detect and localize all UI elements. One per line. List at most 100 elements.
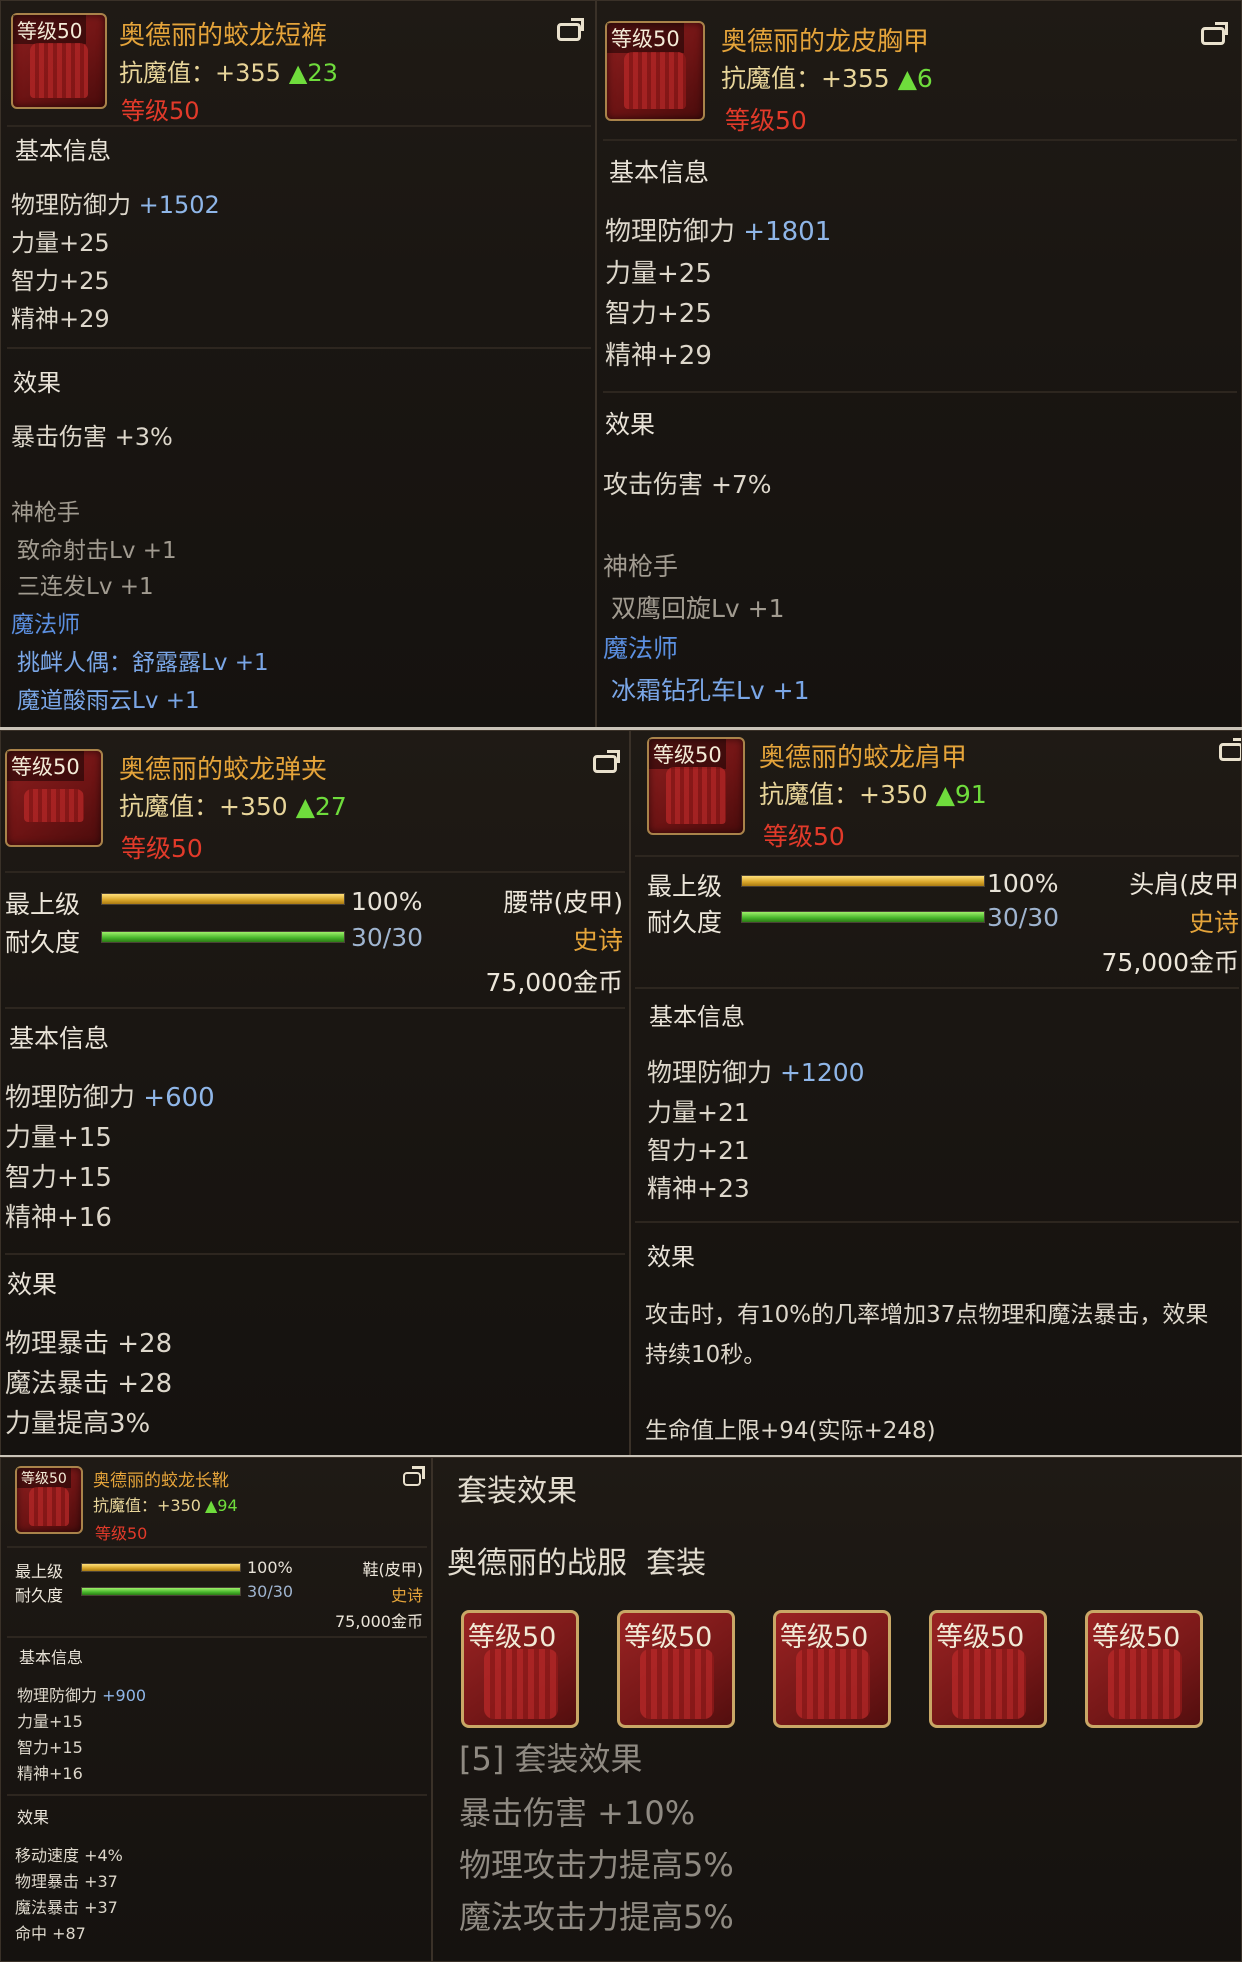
sell-price: 75,000金币 [1101, 948, 1239, 977]
resist-increase: ▲6 [897, 64, 933, 93]
pants-graphic [29, 42, 89, 98]
item-tooltip-shoulder: 等级50 奥德丽的蛟龙肩甲 抗魔值：+350 ▲91 等级50 最上级 100% … [630, 730, 1242, 1456]
required-level: 等级50 [763, 822, 845, 851]
strength-stat: 力量+21 [647, 1098, 750, 1127]
belt-icon: 等级50 [5, 749, 103, 847]
set-item-graphic [484, 1649, 558, 1719]
durability-bar-fill [82, 1588, 240, 1595]
phys-def-label: 物理防御力 [605, 217, 736, 247]
grade-bar [101, 893, 345, 905]
skill-line: 致命射击Lv +1 [17, 538, 177, 564]
effect-header: 效果 [647, 1243, 695, 1271]
item-level-tag: 等级50 [17, 1468, 71, 1488]
sell-price: 75,000金币 [485, 968, 623, 997]
magic-resist: 抗魔值：+355 ▲23 [119, 53, 338, 88]
required-level: 等级50 [121, 834, 203, 863]
divider [5, 1253, 625, 1255]
shoulder-graphic [665, 767, 727, 824]
chest-graphic [624, 51, 686, 110]
belt-graphic [23, 788, 85, 823]
pants-icon[interactable]: 等级50 [617, 1610, 735, 1728]
set-item-graphic [952, 1649, 1026, 1719]
durability-value: 30/30 [247, 1582, 294, 1601]
intelligence-stat: 智力+15 [17, 1738, 83, 1757]
divider [5, 1007, 625, 1009]
grade-bar [741, 875, 985, 887]
set-item-graphic [640, 1649, 714, 1719]
magic-resist-label: 抗魔值： [721, 64, 822, 93]
set-effect-header: 套装效果 [457, 1474, 577, 1509]
divider [7, 1546, 427, 1548]
share-icon[interactable] [403, 1466, 425, 1486]
spirit-stat: 精神+16 [17, 1764, 83, 1783]
chest-armor-icon: 等级50 [605, 21, 705, 121]
required-level: 等级50 [121, 97, 200, 125]
durability-label: 耐久度 [5, 928, 81, 957]
durability-bar [741, 911, 985, 923]
set-bonus-header: [5] 套装效果 [459, 1740, 643, 1778]
phys-def-value: +600 [143, 1083, 215, 1113]
effect-header: 效果 [13, 369, 61, 397]
class-gunner: 神枪手 [11, 500, 80, 526]
durability-label: 耐久度 [15, 1586, 64, 1605]
basic-info-header: 基本信息 [9, 1024, 110, 1053]
skill-line: 冰霜钻孔车Lv +1 [611, 676, 810, 705]
intelligence-stat: 智力+21 [647, 1136, 750, 1165]
divider [7, 1794, 427, 1796]
boots-icon[interactable]: 等级50 [1085, 1610, 1203, 1728]
rarity-epic: 史诗 [572, 926, 623, 955]
phys-def-value: +900 [102, 1686, 147, 1705]
set-bonus-line: 暴击伤害 +10% [459, 1794, 696, 1832]
durability-bar [81, 1587, 241, 1596]
share-icon[interactable] [593, 750, 620, 773]
effect-header: 效果 [605, 410, 656, 439]
item-name: 奥德丽的龙皮胸甲 [721, 27, 930, 57]
grade-bar-fill [742, 876, 984, 886]
magic-resist-label: 抗魔值： [759, 780, 860, 809]
set-bonus-line: 物理攻击力提高5% [459, 1846, 734, 1884]
durability-bar-fill [102, 932, 344, 942]
set-bonus-line: 魔法攻击力提高5% [459, 1898, 734, 1936]
slot-type: 头肩(皮甲 [1129, 870, 1239, 899]
chest-armor-icon[interactable]: 等级50 [461, 1610, 579, 1728]
intelligence-stat: 智力+25 [11, 267, 110, 295]
required-level: 等级50 [725, 106, 807, 135]
belt-icon[interactable]: 等级50 [929, 1610, 1047, 1728]
magic-resist: 抗魔值：+350 ▲94 [93, 1492, 238, 1516]
grade-value: 100% [247, 1558, 293, 1577]
item-name: 奥德丽的蛟龙短裤 [119, 21, 328, 51]
item-name: 奥德丽的蛟龙肩甲 [759, 743, 968, 773]
item-tooltip-chest: 等级50 奥德丽的龙皮胸甲 抗魔值：+355 ▲6 等级50 基本信息 物理防御力… [596, 0, 1242, 728]
share-icon[interactable] [1219, 738, 1241, 761]
rarity-epic: 史诗 [1188, 908, 1239, 937]
set-item-graphic [1108, 1649, 1182, 1719]
effect-line: 魔法暴击 +37 [15, 1898, 118, 1917]
spirit-stat: 精神+29 [11, 305, 110, 333]
magic-resist-value: +350 [859, 780, 928, 809]
share-icon[interactable] [557, 18, 584, 41]
phys-def-stat: 物理防御力 +1801 [605, 211, 831, 248]
resist-increase: ▲23 [288, 59, 338, 87]
item-level-tag: 等级50 [13, 15, 87, 44]
effect-line: 攻击伤害 +7% [603, 470, 772, 499]
boots-icon: 等级50 [15, 1466, 83, 1534]
strength-stat: 力量+25 [605, 259, 712, 289]
shoulder-armor-icon[interactable]: 等级50 [773, 1610, 891, 1728]
boots-graphic [28, 1487, 70, 1526]
strength-stat: 力量+15 [17, 1712, 83, 1731]
phys-def-label: 物理防御力 [5, 1083, 136, 1113]
set-name-text: 奥德丽的战服 [447, 1546, 627, 1581]
effect-line: 力量提高3% [5, 1409, 151, 1439]
magic-resist-value: +355 [821, 64, 890, 93]
magic-resist: 抗魔值：+350 ▲91 [759, 775, 987, 811]
phys-def-stat: 物理防御力 +1200 [647, 1053, 865, 1089]
magic-resist-label: 抗魔值： [119, 59, 215, 87]
phys-def-value: +1502 [138, 191, 220, 219]
share-icon[interactable] [1201, 22, 1228, 45]
basic-info-header: 基本信息 [609, 158, 710, 187]
spirit-stat: 精神+16 [5, 1203, 112, 1233]
resist-increase: ▲27 [295, 792, 347, 821]
effect-line: 物理暴击 +28 [5, 1329, 173, 1359]
resist-increase: ▲91 [935, 780, 987, 809]
grade-bar [81, 1563, 241, 1572]
